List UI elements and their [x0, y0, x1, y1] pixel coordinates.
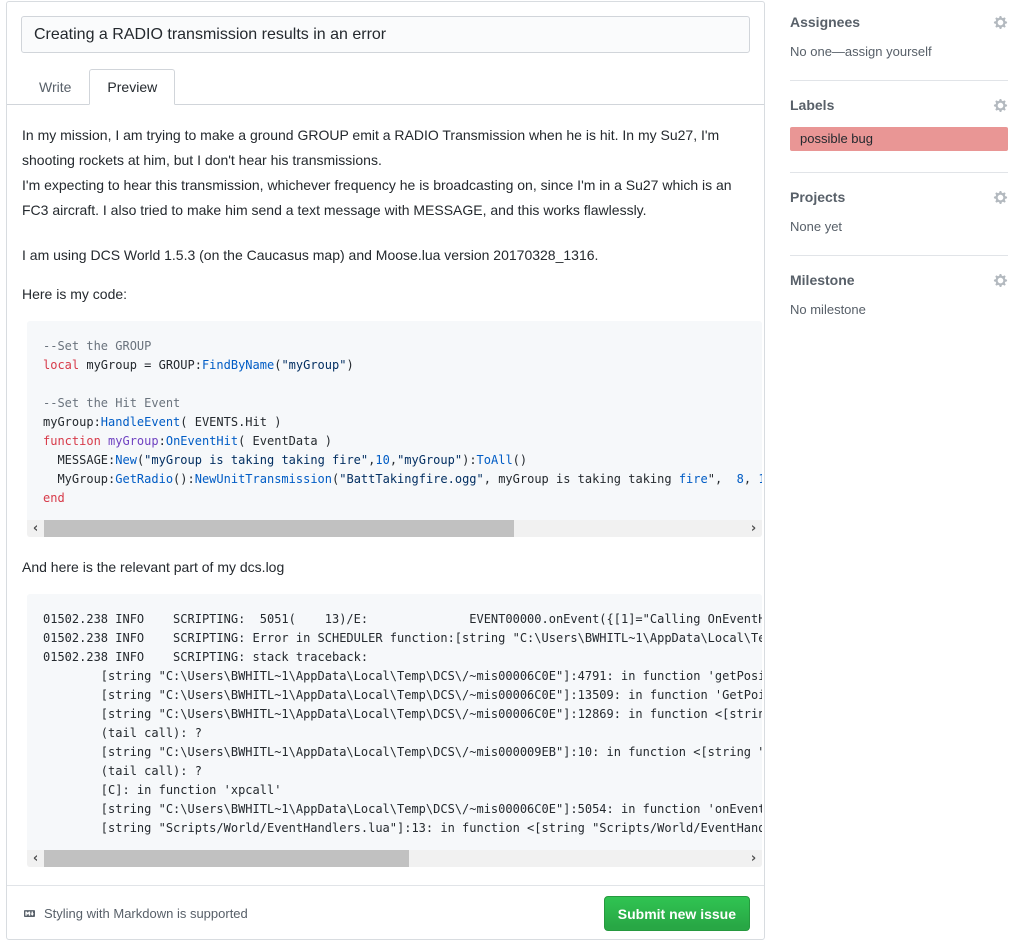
tab-preview[interactable]: Preview [89, 69, 175, 105]
scroll-left-icon[interactable]: ‹ [27, 850, 44, 867]
milestone-value: No milestone [790, 302, 1008, 317]
markdown-icon [21, 908, 38, 919]
tab-write[interactable]: Write [21, 69, 89, 105]
log-scrollbar-thumb[interactable] [44, 850, 409, 867]
comment-tab-nav: Write Preview [7, 69, 764, 105]
gear-icon[interactable] [993, 98, 1008, 113]
label-chip[interactable]: possible bug [790, 127, 1008, 151]
issue-body-paragraph-2: I am using DCS World 1.5.3 (on the Cauca… [22, 243, 749, 268]
sidebar-section-assignees: Assignees No one—assign yourself [790, 14, 1008, 81]
markdown-supported-link[interactable]: Styling with Markdown is supported [21, 906, 248, 921]
sidebar-section-projects: Projects None yet [790, 189, 1008, 256]
projects-heading: Projects [790, 189, 845, 205]
labels-heading: Labels [790, 97, 834, 113]
gear-icon[interactable] [993, 190, 1008, 205]
assignees-value[interactable]: No one—assign yourself [790, 44, 1008, 59]
log-code-block: 01502.238 INFO SCRIPTING: 5051( 13)/E: E… [27, 594, 762, 867]
lua-code-block: --Set the GROUP local myGroup = GROUP:Fi… [27, 321, 762, 537]
scrollbar-track[interactable] [44, 520, 745, 537]
issue-body-paragraph-1: In my mission, I am trying to make a gro… [22, 123, 749, 223]
new-issue-form: Write Preview In my mission, I am trying… [6, 1, 765, 940]
assignees-heading: Assignees [790, 14, 860, 30]
sidebar-section-labels: Labels possible bug [790, 97, 1008, 173]
lua-scrollbar-thumb[interactable] [44, 520, 514, 537]
markdown-note-label: Styling with Markdown is supported [44, 906, 248, 921]
comment-form-footer: Styling with Markdown is supported Submi… [7, 885, 764, 941]
projects-value: None yet [790, 219, 1008, 234]
scroll-right-icon[interactable]: › [745, 850, 762, 867]
gear-icon[interactable] [993, 15, 1008, 30]
log-code: 01502.238 INFO SCRIPTING: 5051( 13)/E: E… [27, 594, 762, 850]
issue-title-input[interactable] [21, 16, 750, 53]
issue-body-paragraph-4: And here is the relevant part of my dcs.… [22, 555, 749, 580]
lua-horizontal-scrollbar[interactable]: ‹ › [27, 520, 762, 537]
scroll-left-icon[interactable]: ‹ [27, 520, 44, 537]
issue-body-paragraph-3: Here is my code: [22, 282, 749, 307]
sidebar-section-milestone: Milestone No milestone [790, 272, 1008, 338]
issue-sidebar: Assignees No one—assign yourself Labels … [790, 14, 1008, 354]
gear-icon[interactable] [993, 273, 1008, 288]
title-field-wrap [7, 2, 764, 53]
scrollbar-track[interactable] [44, 850, 745, 867]
submit-new-issue-button[interactable]: Submit new issue [604, 896, 750, 931]
lua-code: --Set the GROUP local myGroup = GROUP:Fi… [27, 321, 762, 520]
preview-content: In my mission, I am trying to make a gro… [7, 105, 764, 885]
scroll-right-icon[interactable]: › [745, 520, 762, 537]
milestone-heading: Milestone [790, 272, 855, 288]
log-horizontal-scrollbar[interactable]: ‹ › [27, 850, 762, 867]
